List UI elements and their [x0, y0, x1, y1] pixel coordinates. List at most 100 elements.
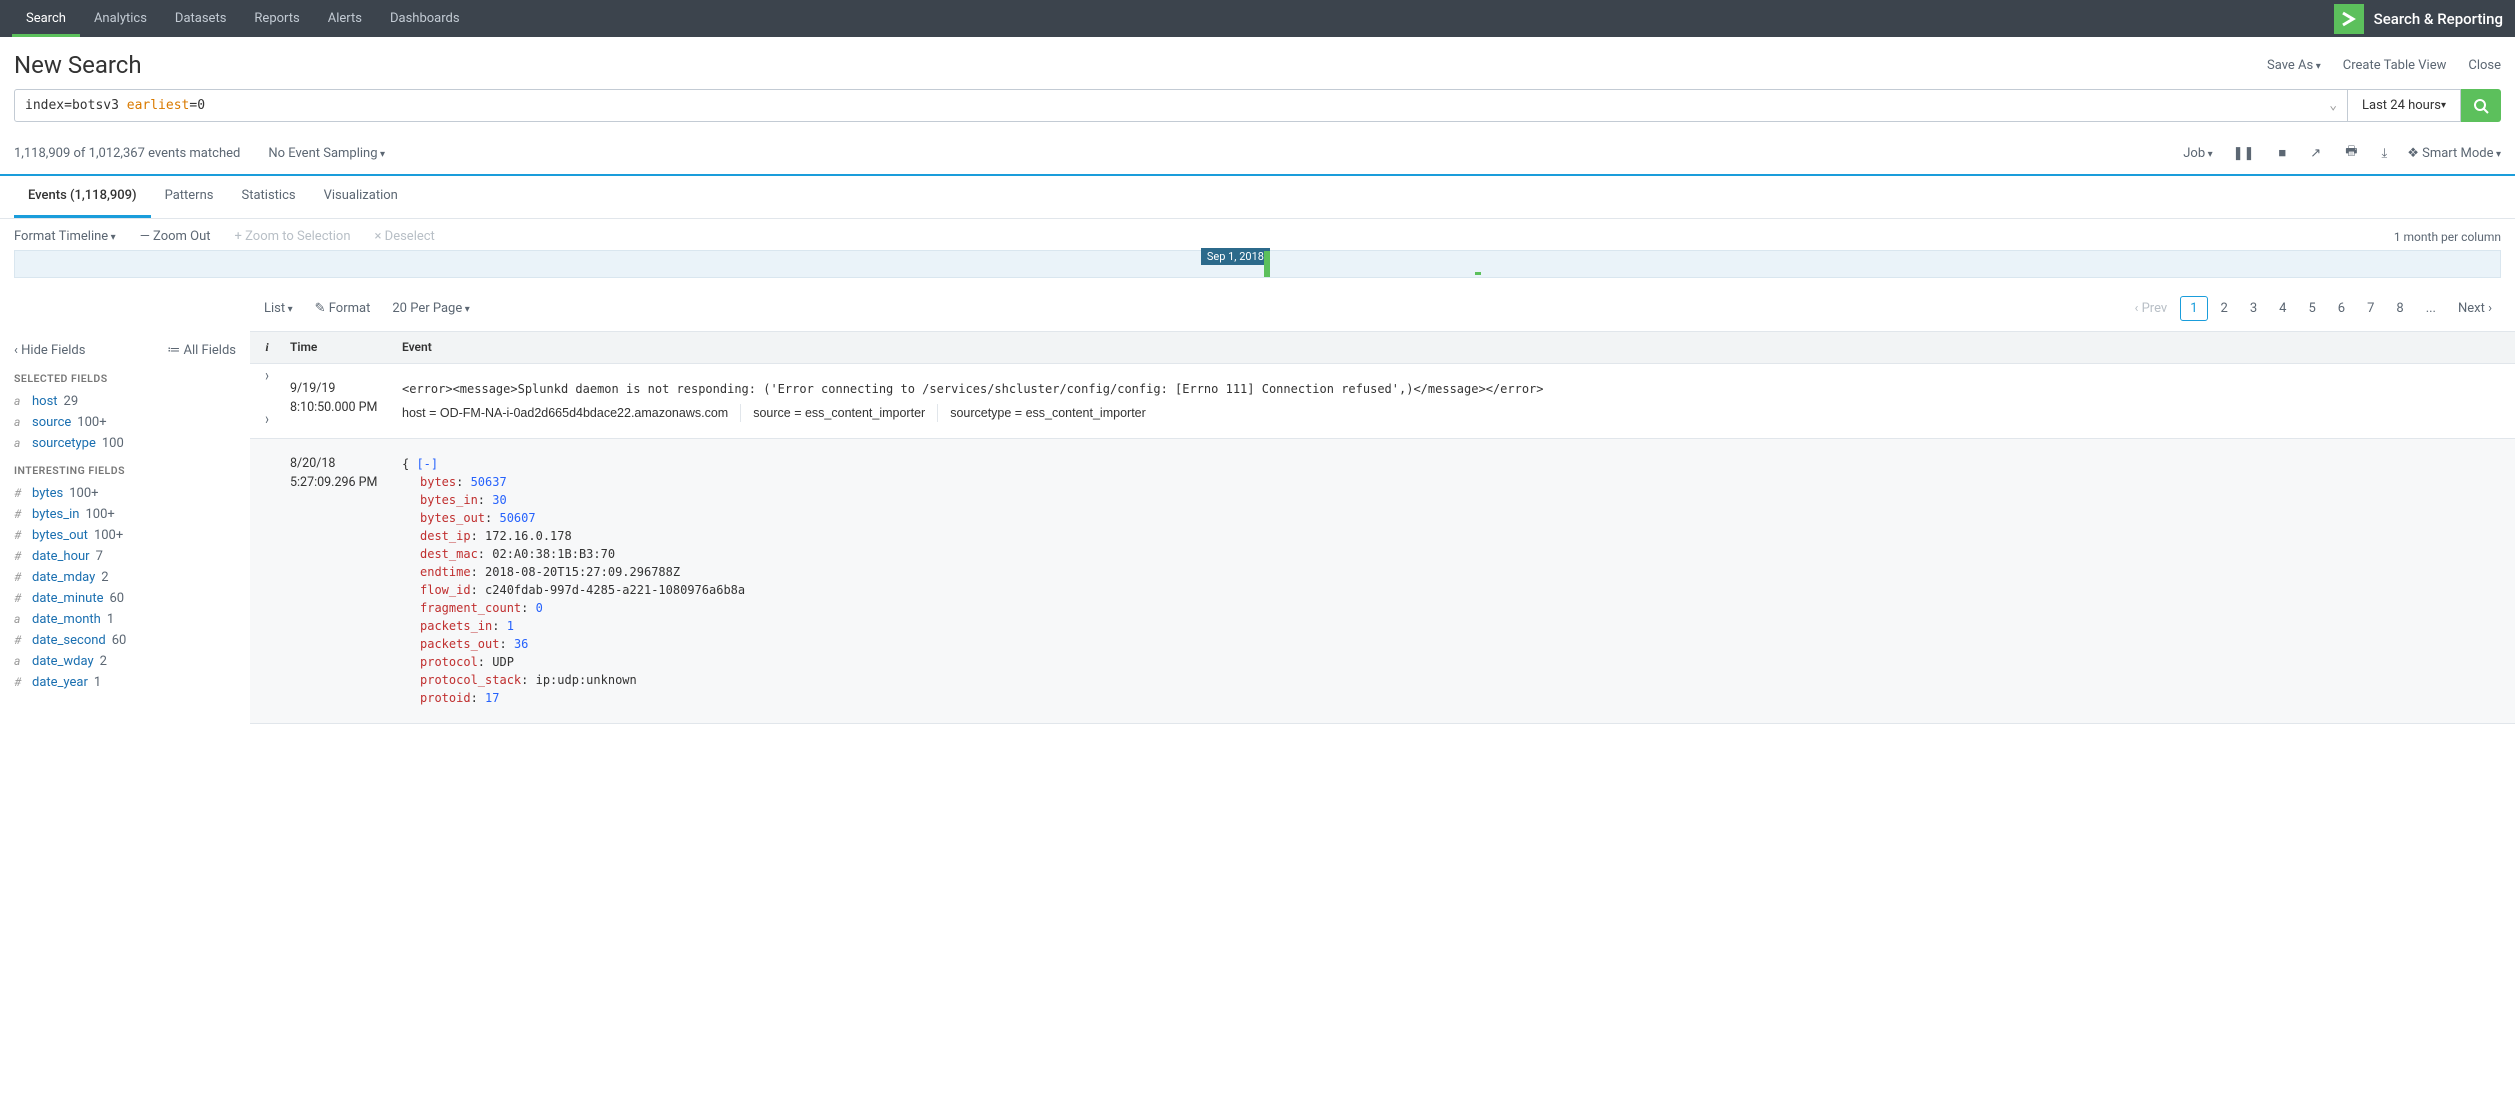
- field-name[interactable]: date_month: [32, 612, 101, 627]
- json-line[interactable]: bytes_in: 30: [420, 491, 2509, 509]
- json-line[interactable]: bytes_out: 50607: [420, 509, 2509, 527]
- nav-analytics[interactable]: Analytics: [80, 0, 161, 37]
- field-row[interactable]: #bytes_out100+: [14, 525, 236, 546]
- pagination: ‹ Prev 1 2 3 4 5 6 7 8 ... Next ›: [2125, 296, 2501, 321]
- meta-sourcetype[interactable]: sourcetype = ess_content_importer: [938, 404, 1158, 422]
- close-button[interactable]: Close: [2468, 58, 2501, 73]
- json-line[interactable]: flow_id: c240fdab-997d-4285-a221-1080976…: [420, 581, 2509, 599]
- page-5[interactable]: 5: [2299, 297, 2324, 320]
- list-view-dropdown[interactable]: List: [264, 301, 293, 316]
- search-button[interactable]: [2461, 89, 2501, 122]
- field-type-icon: a: [14, 415, 26, 429]
- page-7[interactable]: 7: [2358, 297, 2383, 320]
- event-sampling-dropdown[interactable]: No Event Sampling: [268, 146, 385, 161]
- field-row[interactable]: adate_wday2: [14, 651, 236, 672]
- search-input[interactable]: index=botsv3 earliest=0 ⌄: [14, 89, 2348, 122]
- json-line[interactable]: dest_mac: 02:A0:38:1B:B3:70: [420, 545, 2509, 563]
- timeline-chart[interactable]: Sep 1, 2018: [14, 250, 2501, 278]
- page-6[interactable]: 6: [2329, 297, 2354, 320]
- field-row[interactable]: #date_second60: [14, 630, 236, 651]
- pause-icon[interactable]: ❚❚: [2229, 144, 2259, 163]
- field-name[interactable]: date_mday: [32, 570, 95, 585]
- page-4[interactable]: 4: [2270, 297, 2295, 320]
- event-row: › 8/20/18 5:27:09.296 PM { [-] bytes: 50…: [250, 439, 2515, 724]
- field-name[interactable]: source: [32, 415, 71, 430]
- event-raw[interactable]: <error><message>Splunkd daemon is not re…: [402, 380, 2509, 398]
- field-row[interactable]: #date_year1: [14, 672, 236, 693]
- field-name[interactable]: sourcetype: [32, 436, 96, 451]
- save-as-button[interactable]: Save As: [2267, 58, 2321, 73]
- nav-dashboards[interactable]: Dashboards: [376, 0, 474, 37]
- page-8[interactable]: 8: [2387, 297, 2412, 320]
- nav-alerts[interactable]: Alerts: [314, 0, 376, 37]
- nav-reports[interactable]: Reports: [240, 0, 313, 37]
- format-button[interactable]: ✎ Format: [315, 301, 371, 316]
- export-icon[interactable]: ⤓: [2377, 144, 2391, 163]
- field-type-icon: #: [14, 591, 26, 605]
- field-type-icon: #: [14, 633, 26, 647]
- tab-patterns[interactable]: Patterns: [151, 176, 228, 218]
- tab-events[interactable]: Events (1,118,909): [14, 176, 151, 218]
- field-type-icon: #: [14, 570, 26, 584]
- field-name[interactable]: bytes_out: [32, 528, 88, 543]
- page-next[interactable]: Next ›: [2449, 297, 2501, 320]
- meta-host[interactable]: host = OD-FM-NA-i-0ad2d665d4bdace22.amaz…: [402, 404, 741, 422]
- json-line[interactable]: fragment_count: 0: [420, 599, 2509, 617]
- field-row[interactable]: #date_mday2: [14, 567, 236, 588]
- print-icon[interactable]: 🖶: [2341, 140, 2361, 166]
- field-row[interactable]: #date_hour7: [14, 546, 236, 567]
- field-row[interactable]: ahost29: [14, 391, 236, 412]
- json-line[interactable]: endtime: 2018-08-20T15:27:09.296788Z: [420, 563, 2509, 581]
- all-fields-button[interactable]: ≔ All Fields: [167, 343, 236, 358]
- event-body[interactable]: { [-] bytes: 50637bytes_in: 30bytes_out:…: [396, 447, 2515, 715]
- tab-statistics[interactable]: Statistics: [227, 176, 309, 218]
- json-line[interactable]: bytes: 50637: [420, 473, 2509, 491]
- json-line[interactable]: protocol_stack: ip:udp:unknown: [420, 671, 2509, 689]
- json-line[interactable]: packets_in: 1: [420, 617, 2509, 635]
- smart-mode-dropdown[interactable]: ❖ Smart Mode: [2407, 146, 2501, 161]
- job-menu[interactable]: Job: [2183, 146, 2212, 161]
- stop-icon[interactable]: ■: [2274, 143, 2290, 163]
- create-table-view-button[interactable]: Create Table View: [2343, 58, 2447, 73]
- field-name[interactable]: host: [32, 394, 58, 409]
- format-timeline-dropdown[interactable]: Format Timeline: [14, 229, 116, 244]
- json-line[interactable]: protocol: UDP: [420, 653, 2509, 671]
- field-row[interactable]: #bytes_in100+: [14, 504, 236, 525]
- status-row: 1,118,909 of 1,012,367 events matched No…: [0, 132, 2515, 176]
- collapse-toggle[interactable]: [-]: [416, 457, 438, 471]
- json-line[interactable]: packets_out: 36: [420, 635, 2509, 653]
- field-row[interactable]: adate_month1: [14, 609, 236, 630]
- meta-source[interactable]: source = ess_content_importer: [741, 404, 938, 422]
- fields-sidebar: ‹ Hide Fields ≔ All Fields SELECTED FIEL…: [0, 331, 250, 724]
- hide-fields-button[interactable]: ‹ Hide Fields: [14, 343, 85, 358]
- nav-search[interactable]: Search: [12, 0, 80, 37]
- json-line[interactable]: protoid: 17: [420, 689, 2509, 707]
- field-name[interactable]: date_second: [32, 633, 106, 648]
- field-row[interactable]: asourcetype100: [14, 433, 236, 454]
- field-type-icon: a: [14, 612, 26, 626]
- field-name[interactable]: bytes: [32, 486, 63, 501]
- page-prev: ‹ Prev: [2125, 297, 2176, 320]
- nav-datasets[interactable]: Datasets: [161, 0, 241, 37]
- per-page-dropdown[interactable]: 20 Per Page: [392, 301, 469, 316]
- field-name[interactable]: date_hour: [32, 549, 90, 564]
- field-row[interactable]: #bytes100+: [14, 483, 236, 504]
- tab-visualization[interactable]: Visualization: [310, 176, 412, 218]
- json-line[interactable]: dest_ip: 172.16.0.178: [420, 527, 2509, 545]
- expand-icon[interactable]: ›: [250, 447, 284, 715]
- share-icon[interactable]: ↗: [2306, 144, 2325, 163]
- field-row[interactable]: asource100+: [14, 412, 236, 433]
- field-row[interactable]: #date_minute60: [14, 588, 236, 609]
- page-3[interactable]: 3: [2241, 297, 2266, 320]
- search-expand-icon[interactable]: ⌄: [2329, 98, 2337, 113]
- field-name[interactable]: date_wday: [32, 654, 94, 669]
- field-name[interactable]: bytes_in: [32, 507, 79, 522]
- search-icon: [2473, 98, 2489, 114]
- field-name[interactable]: date_year: [32, 675, 88, 690]
- time-range-picker[interactable]: Last 24 hours: [2348, 89, 2461, 122]
- page-2[interactable]: 2: [2212, 297, 2237, 320]
- page-1[interactable]: 1: [2180, 296, 2207, 321]
- col-time[interactable]: Time: [284, 332, 396, 363]
- field-name[interactable]: date_minute: [32, 591, 103, 606]
- zoom-out-button[interactable]: — Zoom Out: [140, 229, 211, 244]
